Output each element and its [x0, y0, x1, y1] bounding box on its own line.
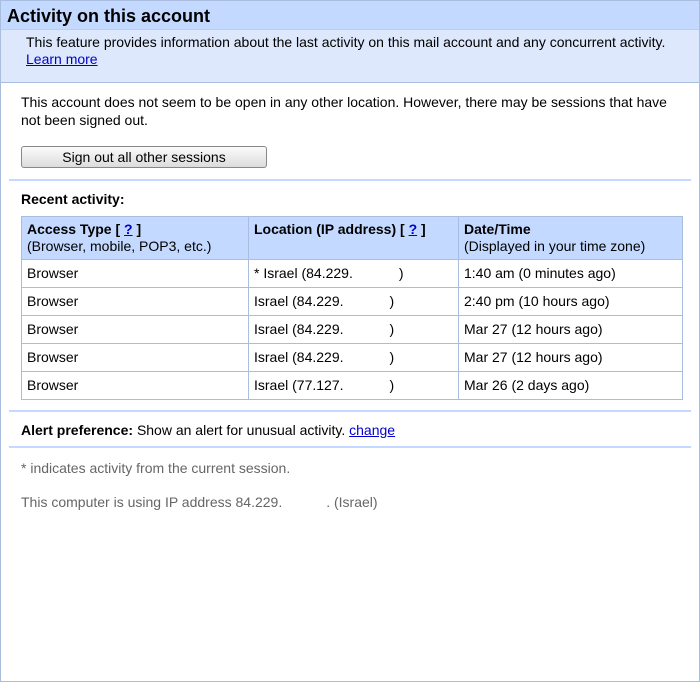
current-session-note: * indicates activity from the current se… [21, 460, 291, 476]
date-time-cell: Mar 27 (12 hours ago) [458, 343, 683, 372]
feature-description: This feature provides information about … [1, 29, 699, 82]
activity-table: Access Type [ ? ] (Browser, mobile, POP3… [21, 216, 683, 400]
column-subtitle: (Browser, mobile, POP3, etc.) [27, 238, 212, 254]
date-time-cell: 1:40 am (0 minutes ago) [458, 259, 683, 288]
column-title: Access Type [27, 221, 112, 237]
ip-prefix: This computer is using IP address 84.229… [21, 494, 283, 510]
description-text: This feature provides information about … [26, 34, 666, 50]
column-title: Date/Time [464, 221, 531, 237]
alert-text: Show an alert for unusual activity. [136, 422, 346, 438]
location-cell: Israel (84.229.) [248, 315, 459, 344]
location-text: * Israel (84.229. [254, 265, 353, 281]
sign-out-all-button[interactable]: Sign out all other sessions [21, 146, 267, 168]
alert-label: Alert preference: [21, 422, 134, 438]
table-header-row: Access Type [ ? ] (Browser, mobile, POP3… [21, 216, 683, 260]
table-row: Browser Israel (84.229.) Mar 27 (12 hour… [21, 343, 683, 372]
location-end: ) [389, 293, 395, 309]
date-time-cell: Mar 26 (2 days ago) [458, 371, 683, 400]
location-end: ) [398, 265, 404, 281]
change-alert-link[interactable]: change [349, 422, 395, 438]
bracket-close: ] [417, 221, 426, 237]
ip-suffix: . (Israel) [326, 494, 378, 510]
location-text: Israel (77.127. [254, 377, 344, 393]
location-end: ) [389, 349, 395, 365]
table-row: Browser * Israel (84.229.) 1:40 am (0 mi… [21, 259, 683, 288]
recent-activity-label: Recent activity: [21, 191, 125, 207]
column-title: Location (IP address) [254, 221, 397, 237]
alert-preference: Alert preference: Show an alert for unus… [1, 412, 699, 446]
column-location: Location (IP address) [ ? ] [248, 216, 459, 260]
location-cell: * Israel (84.229.) [248, 259, 459, 288]
location-text: Israel (84.229. [254, 321, 344, 337]
location-end: ) [389, 321, 395, 337]
column-subtitle: (Displayed in your time zone) [464, 238, 646, 254]
page-title: Activity on this account [7, 6, 211, 26]
column-date-time: Date/Time (Displayed in your time zone) [458, 216, 683, 260]
location-cell: Israel (84.229.) [248, 343, 459, 372]
table-row: Browser Israel (84.229.) Mar 27 (12 hour… [21, 315, 683, 344]
access-type-cell: Browser [21, 315, 249, 344]
access-type-cell: Browser [21, 371, 249, 400]
help-link-access-type[interactable]: ? [124, 221, 133, 237]
table-row: Browser Israel (84.229.) 2:40 pm (10 hou… [21, 287, 683, 316]
panel-header: Activity on this account This feature pr… [1, 1, 699, 83]
location-text: Israel (84.229. [254, 349, 344, 365]
status-message: This account does not seem to be open in… [21, 94, 667, 128]
activity-panel: Activity on this account This feature pr… [0, 0, 700, 682]
bracket-close: ] [132, 221, 142, 237]
bracket-open: [ [115, 221, 125, 237]
table-row: Browser Israel (77.127.) Mar 26 (2 days … [21, 371, 683, 400]
learn-more-link[interactable]: Learn more [26, 51, 98, 67]
column-access-type: Access Type [ ? ] (Browser, mobile, POP3… [21, 216, 249, 260]
date-time-cell: Mar 27 (12 hours ago) [458, 315, 683, 344]
bracket-open: [ [400, 221, 409, 237]
location-end: ) [389, 377, 395, 393]
access-type-cell: Browser [21, 343, 249, 372]
access-type-cell: Browser [21, 259, 249, 288]
access-type-cell: Browser [21, 287, 249, 316]
help-link-location[interactable]: ? [409, 221, 418, 237]
date-time-cell: 2:40 pm (10 hours ago) [458, 287, 683, 316]
location-cell: Israel (77.127.) [248, 371, 459, 400]
status-section: This account does not seem to be open in… [1, 93, 699, 168]
ip-address-note: This computer is using IP address 84.229… [1, 476, 699, 510]
location-text: Israel (84.229. [254, 293, 344, 309]
location-cell: Israel (84.229.) [248, 287, 459, 316]
